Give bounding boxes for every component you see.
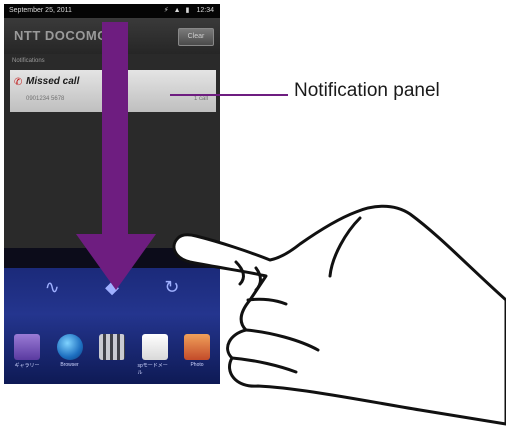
hand-illustration xyxy=(172,204,506,426)
